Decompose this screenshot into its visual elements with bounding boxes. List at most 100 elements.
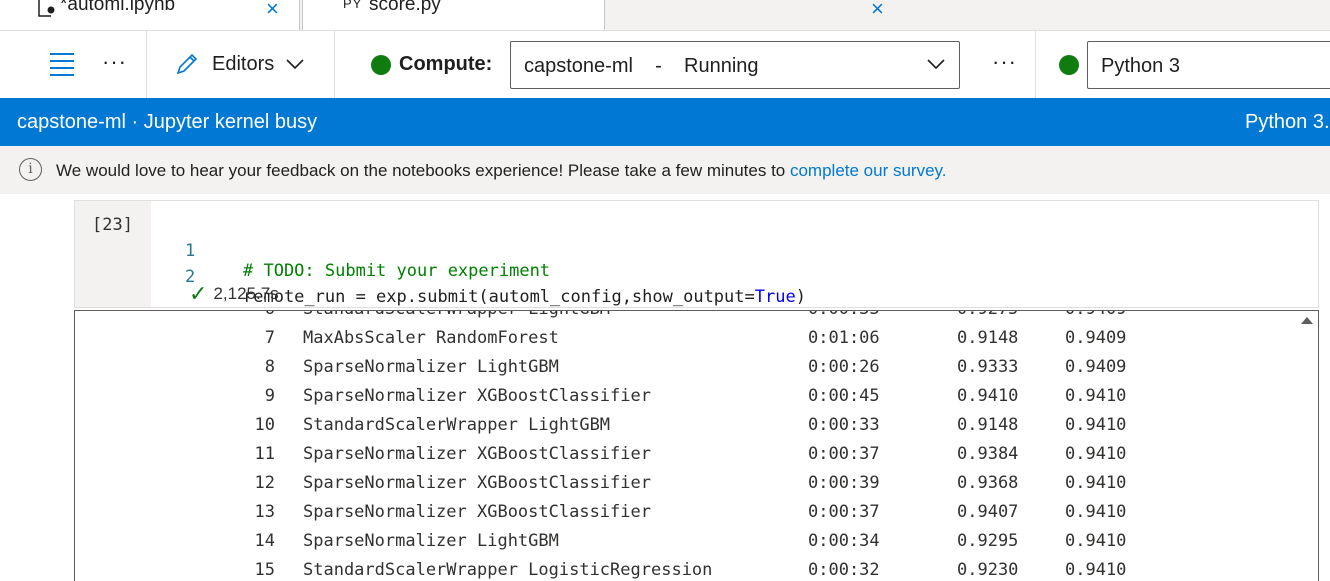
compute-select[interactable]: capstone-ml - Running	[510, 41, 960, 89]
output-row: 7 MaxAbsScaler RandomForest 0:01:06 0.9148 0…	[75, 323, 1285, 352]
output-row: 8 SparseNormalizer LightGBM 0:00:26 0.9333 0…	[75, 352, 1285, 381]
output-scrollbar[interactable]	[1295, 311, 1318, 581]
survey-link[interactable]: complete our survey.	[790, 161, 947, 180]
iteration-number: 9	[264, 386, 275, 406]
pipeline-name: SparseNormalizer LightGBM	[303, 531, 559, 551]
output-row: 6 StandardScalerWrapper LightGBM 0:00:33 0.…	[75, 311, 1285, 323]
best-metric: 0.9410	[1065, 502, 1127, 522]
more-options-button[interactable]: ···	[102, 49, 127, 75]
compute-label: Compute:	[399, 53, 493, 75]
tab-label: score.py	[369, 0, 441, 15]
iteration-duration: 0:00:37	[808, 444, 880, 464]
output-table: 6 StandardScalerWrapper LightGBM 0:00:33 0.…	[75, 311, 1285, 581]
best-metric: 0.9409	[1065, 357, 1127, 377]
pipeline-name: SparseNormalizer XGBoostClassifier	[303, 386, 651, 406]
python-file-icon: PY	[343, 0, 363, 11]
iteration-metric: 0.9148	[957, 415, 1019, 435]
kernel-status-icon	[1059, 55, 1079, 75]
tab-automl-notebook[interactable]: *automl.ipynb ×	[0, 0, 300, 30]
cell-run-time: ✓ 2,125.7s	[189, 281, 279, 307]
code-segment: remote_run = exp.submit(automl_config,sh…	[243, 287, 755, 307]
pipeline-name: SparseNormalizer XGBoostClassifier	[303, 473, 651, 493]
code-cell[interactable]: [23] 1 # TODO: Submit your experiment 2 …	[74, 200, 1319, 308]
editors-label: Editors	[212, 52, 275, 75]
code-editor[interactable]: 1 # TODO: Submit your experiment 2 remot…	[185, 221, 806, 307]
chevron-down-icon	[286, 59, 304, 70]
kernel-name: Python 3.	[1245, 111, 1330, 133]
best-metric: 0.9410	[1065, 473, 1127, 493]
pipeline-name: SparseNormalizer XGBoostClassifier	[303, 502, 651, 522]
iteration-metric: 0.9148	[957, 328, 1019, 348]
tab-label: *automl.ipynb	[60, 0, 176, 15]
close-icon[interactable]: ×	[871, 0, 884, 22]
iteration-number: 13	[254, 502, 275, 522]
iteration-metric: 0.9410	[957, 386, 1019, 406]
iteration-metric: 0.9230	[957, 560, 1019, 580]
iteration-metric: 0.9333	[957, 357, 1019, 377]
iteration-duration: 0:01:06	[808, 328, 880, 348]
kernel-select[interactable]: Python 3	[1087, 41, 1330, 89]
feedback-banner: i We would love to hear your feedback on…	[0, 146, 1330, 194]
duration-text: 2,125.7s	[213, 284, 279, 303]
iteration-number: 12	[254, 473, 275, 493]
best-metric: 0.9409	[1065, 328, 1127, 348]
iteration-metric: 0.9407	[957, 502, 1019, 522]
tab-score-py[interactable]: PY score.py ×	[302, 0, 884, 30]
best-metric: 0.9410	[1065, 560, 1127, 580]
pen-icon	[176, 53, 198, 75]
iteration-number: 8	[264, 357, 275, 377]
best-metric: 0.9410	[1065, 386, 1127, 406]
iteration-metric: 0.9295	[957, 531, 1019, 551]
output-row: 12 SparseNormalizer XGBoostClassifier 0:00…	[75, 468, 1285, 497]
code-text: remote_run = exp.submit(automl_config,sh…	[243, 287, 806, 307]
toolbar-divider	[146, 31, 147, 99]
pipeline-name: StandardScalerWrapper LogisticRegression	[303, 560, 713, 580]
iteration-number: 6	[235, 311, 275, 319]
kernel-value: Python 3	[1101, 55, 1180, 77]
scroll-up-icon[interactable]	[1301, 317, 1313, 324]
checkmark-icon: ✓	[189, 281, 208, 306]
output-row: 15 StandardScalerWrapper LogisticRegressi…	[75, 555, 1285, 581]
info-icon: i	[19, 158, 42, 181]
editors-dropdown[interactable]: Editors	[174, 51, 316, 77]
best-metric: 0.9409	[1065, 311, 1126, 319]
code-line: 1 # TODO: Submit your experiment	[185, 221, 550, 281]
notebook-icon	[37, 0, 57, 20]
pipeline-name: SparseNormalizer LightGBM	[303, 357, 559, 377]
chevron-down-icon	[927, 59, 945, 70]
feedback-message: We would love to hear your feedback on t…	[56, 161, 947, 181]
kernel-status-text: capstone-ml · Jupyter kernel busy	[17, 111, 318, 133]
code-keyword: True	[754, 287, 796, 307]
kernel-status-bar: capstone-ml · Jupyter kernel busy Python…	[0, 98, 1330, 146]
output-row: 13 SparseNormalizer XGBoostClassifier 0:00…	[75, 497, 1285, 526]
output-row: 9 SparseNormalizer XGBoostClassifier 0:00:…	[75, 381, 1285, 410]
pipeline-name: MaxAbsScaler RandomForest	[303, 328, 559, 348]
iteration-duration: 0:00:33	[808, 311, 880, 319]
iteration-duration: 0:00:39	[808, 473, 880, 493]
iteration-metric: 0.9384	[957, 444, 1019, 464]
iteration-number: 7	[264, 328, 275, 348]
iteration-duration: 0:00:32	[808, 560, 880, 580]
iteration-number: 15	[254, 560, 275, 580]
cell-gutter: [23]	[75, 201, 151, 307]
cell-output[interactable]: 6 StandardScalerWrapper LightGBM 0:00:33 0.…	[74, 310, 1319, 581]
pipeline-name: StandardScalerWrapper LightGBM	[303, 415, 611, 435]
pipeline-name: SparseNormalizer XGBoostClassifier	[303, 444, 651, 464]
output-row: 11 SparseNormalizer XGBoostClassifier 0:00…	[75, 439, 1285, 468]
code-comment: # TODO: Submit your experiment	[243, 261, 551, 281]
toolbar-divider	[334, 31, 335, 99]
more-options-button[interactable]: ···	[992, 49, 1017, 75]
best-metric: 0.9410	[1065, 444, 1127, 464]
code-segment: )	[795, 287, 806, 307]
iteration-duration: 0:00:33	[808, 415, 880, 435]
compute-value: capstone-ml - Running	[524, 55, 759, 77]
close-icon[interactable]: ×	[266, 0, 279, 22]
menu-icon[interactable]	[50, 53, 74, 76]
iteration-duration: 0:00:26	[808, 357, 880, 377]
iteration-duration: 0:00:34	[808, 531, 880, 551]
iteration-number: 11	[254, 444, 275, 464]
iteration-metric: 0.9275	[957, 311, 1018, 319]
feedback-text: We would love to hear your feedback on t…	[56, 161, 790, 180]
execution-count: [23]	[92, 215, 133, 235]
iteration-duration: 0:00:45	[808, 386, 880, 406]
